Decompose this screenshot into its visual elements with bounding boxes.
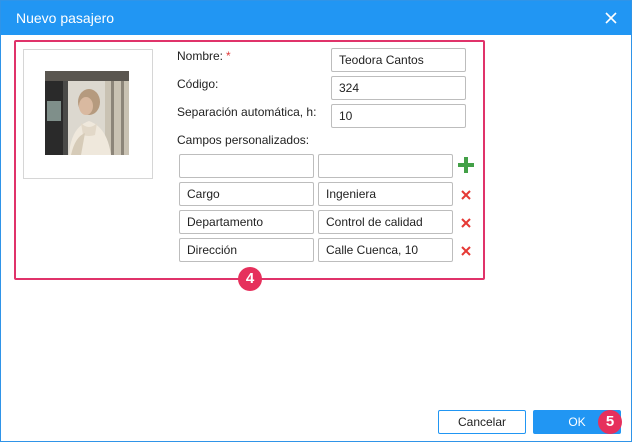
name-label: Nombre: * [177, 49, 231, 63]
close-icon[interactable] [601, 8, 621, 28]
annotation-badge-4: 4 [238, 267, 262, 291]
cancel-button[interactable]: Cancelar [438, 410, 526, 434]
code-field[interactable] [331, 76, 466, 100]
dialog-title: Nuevo pasajero [16, 10, 115, 26]
custom-fields-label: Campos personalizados: [177, 133, 310, 147]
new-passenger-dialog: Nuevo pasajero Nombre:* Código: [0, 0, 632, 442]
dialog-titlebar: Nuevo pasajero [1, 1, 631, 35]
custom-field-value[interactable] [318, 238, 453, 262]
custom-field-key[interactable] [179, 238, 314, 262]
code-label: Código: [177, 77, 219, 91]
name-field[interactable] [331, 48, 466, 72]
custom-field-key[interactable] [179, 210, 314, 234]
photo-frame[interactable] [23, 49, 153, 179]
custom-field-value[interactable] [318, 210, 453, 234]
custom-field-key[interactable] [179, 182, 314, 206]
separation-field[interactable] [331, 104, 466, 128]
add-field-icon[interactable] [457, 156, 475, 174]
delete-field-icon[interactable] [460, 189, 472, 201]
annotation-badge-5: 5 [598, 410, 622, 434]
passenger-photo [45, 71, 129, 155]
new-field-key-input[interactable] [179, 154, 314, 178]
new-field-value-input[interactable] [318, 154, 453, 178]
delete-field-icon[interactable] [460, 217, 472, 229]
custom-field-value[interactable] [318, 182, 453, 206]
required-mark: * [226, 49, 231, 63]
delete-field-icon[interactable] [460, 245, 472, 257]
separation-label: Separación automática, h: [177, 105, 317, 119]
